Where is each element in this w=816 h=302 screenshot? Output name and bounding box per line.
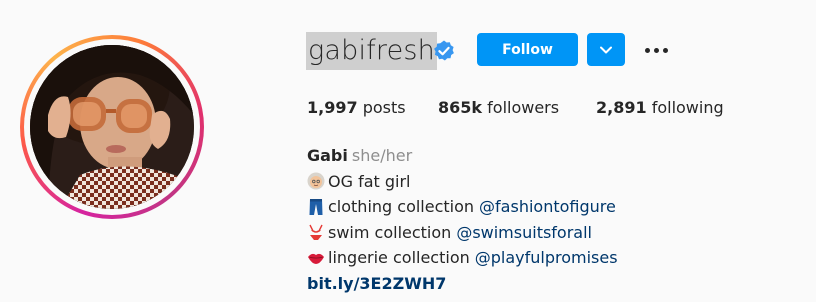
more-options-icon-dot	[662, 47, 668, 53]
following-label: following	[651, 98, 724, 117]
profile-header: gabifresh Follow 1,997 posts 865k follow…	[0, 0, 816, 302]
followers-count: 865k	[438, 98, 483, 117]
chevron-down-icon	[600, 46, 612, 53]
mention-swimsuitsforall-link[interactable]: @swimsuitsforall	[456, 220, 592, 246]
followers-label: followers	[487, 98, 560, 117]
profile-display-name: Gabi	[307, 146, 348, 165]
jeans-emoji-icon	[309, 198, 323, 215]
profile-pronouns: she/her	[351, 146, 413, 165]
bio-name-line: Gabi she/her	[307, 143, 618, 169]
bio-line-og: OG fat girl	[307, 169, 618, 195]
profile-bio: Gabi she/her OG fat girl clothing collec…	[307, 143, 618, 296]
more-options-icon	[644, 47, 650, 53]
bio-line-swim-text: swim collection	[328, 222, 452, 242]
profile-avatar	[30, 45, 194, 209]
following-stat[interactable]: 2,891 following	[596, 97, 724, 119]
profile-username: gabifresh	[306, 32, 437, 70]
mention-playfulpromises-link[interactable]: @playfulpromises	[475, 245, 618, 271]
avatar-ring-gap	[24, 39, 200, 215]
avatar-photo	[30, 45, 194, 209]
following-count: 2,891	[596, 98, 647, 117]
more-options-button[interactable]	[640, 36, 672, 64]
posts-stat: 1,997 posts	[307, 97, 406, 119]
bio-line-lingerie: lingerie collection @playfulpromises	[307, 245, 618, 271]
profile-avatar-story-ring[interactable]	[20, 35, 204, 219]
bio-line-clothing: clothing collection @fashiontofigure	[307, 194, 618, 220]
verified-badge-icon	[434, 40, 454, 61]
bio-link-line: bit.ly/3E2ZWH7	[307, 271, 618, 297]
older-woman-emoji-icon	[307, 172, 325, 190]
bio-line-clothing-text: clothing collection	[328, 197, 475, 216]
bio-line-lingerie-text: lingerie collection	[328, 248, 470, 267]
follow-button[interactable]: Follow	[477, 33, 578, 66]
mention-fashiontofigure-link[interactable]: @fashiontofigure	[479, 194, 616, 220]
bikini-emoji-icon	[309, 224, 323, 241]
bio-line-swim: swim collection @swimsuitsforall	[307, 220, 618, 246]
lips-emoji-icon	[308, 253, 324, 264]
followers-stat[interactable]: 865k followers	[438, 97, 559, 119]
posts-label: posts	[362, 98, 406, 117]
bio-external-link[interactable]: bit.ly/3E2ZWH7	[307, 271, 446, 297]
more-options-icon-dot	[653, 47, 659, 53]
posts-count: 1,997	[307, 98, 358, 117]
suggested-accounts-dropdown-button[interactable]	[587, 33, 625, 66]
bio-line-og-text: OG fat girl	[328, 171, 411, 191]
